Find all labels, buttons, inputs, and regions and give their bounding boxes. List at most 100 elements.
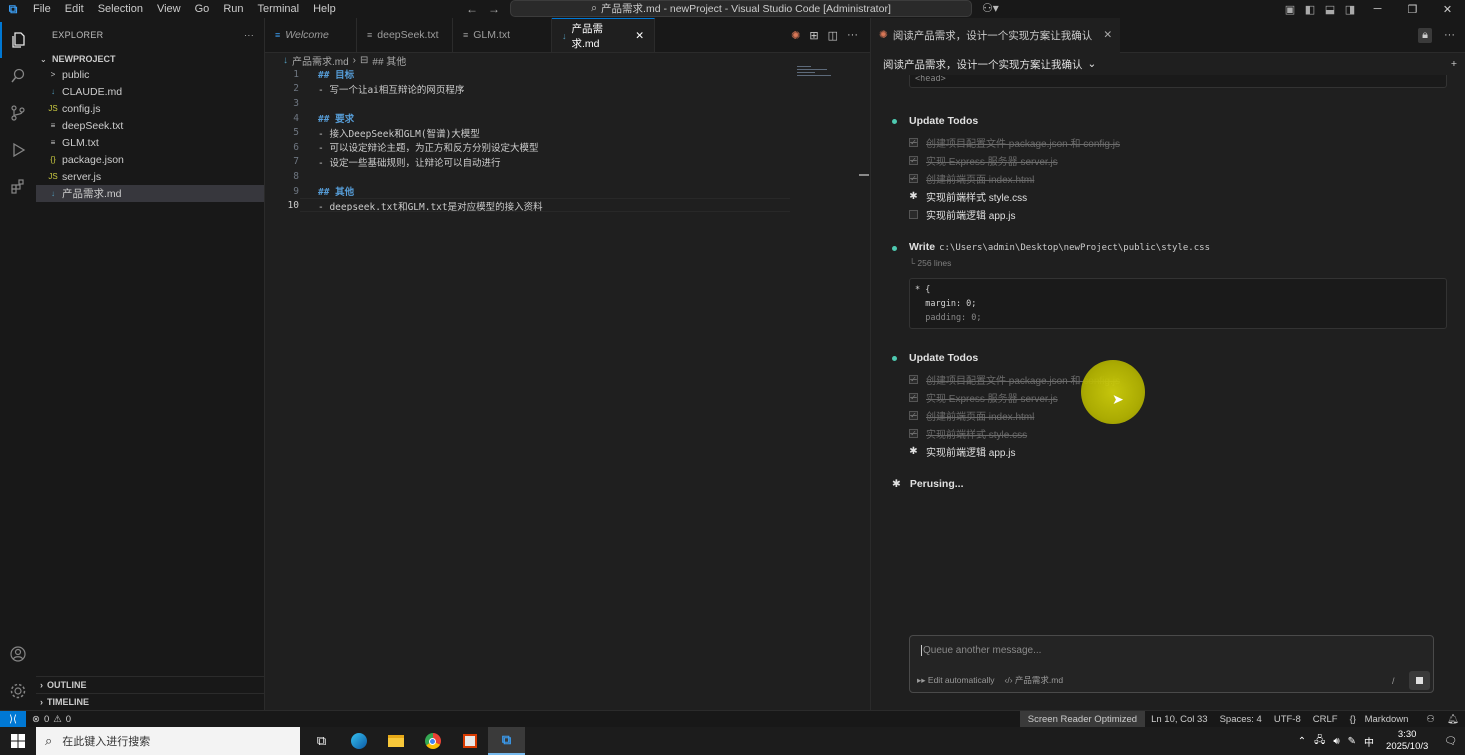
source-control-icon[interactable] [0, 95, 36, 131]
code-line: 8 [265, 169, 870, 184]
more-actions-icon[interactable]: ··· [244, 30, 254, 40]
activity-bar [0, 18, 36, 710]
claude-icon[interactable]: ✺ [791, 29, 800, 42]
indentation[interactable]: Spaces: 4 [1214, 714, 1268, 725]
more-actions-icon[interactable]: ··· [847, 29, 858, 41]
forward-arrow-icon[interactable]: → [488, 2, 500, 16]
search-icon[interactable] [0, 58, 36, 94]
chat-input-box[interactable]: Queue another message... ▸▸ Edit automat… [909, 635, 1434, 693]
more-actions-icon[interactable]: ··· [1444, 29, 1455, 41]
open-preview-icon[interactable]: ⊞ [809, 29, 818, 42]
pen-icon[interactable]: ✎ [1344, 736, 1360, 747]
tab-product-requirements[interactable]: ↓ 产品需求.md ✕ [552, 18, 655, 52]
vscode-taskbar-icon[interactable]: ⧉ [488, 727, 525, 755]
problems-indicator[interactable]: ⊗ 0 ⚠ 0 [26, 714, 71, 725]
back-arrow-icon[interactable]: ← [466, 2, 478, 16]
restore-icon[interactable]: ❐ [1395, 3, 1430, 16]
notification-center-icon[interactable]: 🗨︎ [1436, 736, 1465, 747]
manage-gear-icon[interactable] [0, 673, 36, 709]
tab-deepseek[interactable]: ≡ deepSeek.txt [357, 18, 453, 52]
chevron-up-icon[interactable]: ⌃ [1294, 736, 1310, 747]
volume-icon[interactable]: 🔊︎ [1329, 736, 1343, 747]
cursor-position[interactable]: Ln 10, Col 33 [1145, 714, 1214, 725]
close-tab-icon[interactable]: ✕ [1103, 29, 1112, 41]
chrome-browser-icon[interactable] [414, 727, 451, 755]
minimize-icon[interactable]: ─ [1360, 3, 1395, 16]
clock[interactable]: 3:30 2025/10/3 [1378, 729, 1436, 753]
explorer-icon[interactable] [0, 22, 36, 58]
extensions-icon[interactable] [0, 169, 36, 205]
customize-layout-icon[interactable]: ▣ [1280, 3, 1300, 16]
copilot-status-icon[interactable]: ⚇ [1420, 714, 1441, 725]
language-mode[interactable]: {} Markdown [1344, 714, 1421, 725]
menu-selection[interactable]: Selection [91, 0, 150, 18]
code-line: padding: 0; [915, 313, 982, 323]
remote-icon[interactable]: ⟩⟨ [0, 710, 26, 728]
tree-item[interactable]: ↓ 产品需求.md [36, 185, 264, 202]
context-file-button[interactable]: ‹/› 产品需求.md [1005, 674, 1064, 686]
tree-item[interactable]: ≡ deepSeek.txt [36, 117, 264, 134]
menu-go[interactable]: Go [188, 0, 217, 18]
scrollbar-marker[interactable] [859, 174, 869, 176]
tree-item[interactable]: {} package.json [36, 151, 264, 168]
stop-button[interactable] [1409, 671, 1430, 690]
run-debug-icon[interactable] [0, 132, 36, 168]
tab-glm[interactable]: ≡ GLM.txt [453, 18, 552, 52]
tree-item[interactable]: ↓ CLAUDE.md [36, 83, 264, 100]
split-editor-icon[interactable]: ◫ [828, 29, 838, 42]
breadcrumb-section[interactable]: ## 其他 [372, 53, 406, 68]
file-tree: > public ↓ CLAUDE.md JS config.js ≡ deepSeek.tx… [36, 66, 264, 202]
menu-help[interactable]: Help [306, 0, 343, 18]
timeline-section[interactable]: › TIMELINE [36, 693, 265, 710]
tree-item[interactable]: JS server.js [36, 168, 264, 185]
menu-file[interactable]: File [26, 0, 58, 18]
tab-welcome[interactable]: ≡ Welcome [265, 18, 357, 52]
task-view-icon[interactable]: ⧉ [303, 727, 340, 755]
write-path[interactable]: c:\Users\admin\Desktop\newProject\public… [939, 243, 1210, 253]
taskbar-search-input[interactable]: 在此键入进行搜索 [62, 733, 150, 749]
toggle-secondary-sidebar-icon[interactable]: ◨ [1340, 3, 1360, 16]
menu-edit[interactable]: Edit [58, 0, 91, 18]
close-window-icon[interactable]: ✕ [1430, 3, 1465, 16]
windows-start-icon[interactable] [0, 727, 36, 755]
checkbox-checked-icon: ✓ [909, 393, 918, 402]
tree-item[interactable]: > public [36, 66, 264, 83]
menu-terminal[interactable]: Terminal [251, 0, 307, 18]
code-preview[interactable]: * { margin: 0; padding: 0; [909, 278, 1447, 329]
lock-icon[interactable]: 🔒︎ [1418, 27, 1432, 43]
ime-indicator[interactable]: 中 [1360, 734, 1378, 749]
tree-item[interactable]: JS config.js [36, 100, 264, 117]
line-ending[interactable]: CRLF [1307, 714, 1344, 725]
toggle-sidebar-icon[interactable]: ◧ [1300, 3, 1320, 16]
screen-reader-mode[interactable]: Screen Reader Optimized [1019, 710, 1146, 728]
account-icon[interactable] [0, 636, 36, 672]
file-explorer-icon[interactable] [377, 727, 414, 755]
new-chat-plus-icon[interactable]: + [1451, 58, 1457, 70]
notifications-bell-icon[interactable]: 🔔︎ [1441, 714, 1465, 725]
chat-input[interactable]: Queue another message... [921, 645, 1041, 656]
code-line: 4 ## 要求 [265, 111, 870, 126]
office-app-icon[interactable] [451, 727, 488, 755]
copilot-icon[interactable]: ⚇▾ [982, 1, 999, 15]
network-icon[interactable]: 🖧︎ [1310, 733, 1329, 750]
slash-command-button[interactable]: / [1392, 676, 1395, 686]
outline-section[interactable]: › OUTLINE [36, 676, 265, 693]
edge-browser-icon[interactable] [340, 727, 377, 755]
chat-tab[interactable]: ✺ 阅读产品需求，设计一个实现方案让我确认 ✕ [871, 17, 1121, 53]
encoding[interactable]: UTF-8 [1268, 714, 1307, 725]
taskbar-search[interactable]: ⌕ 在此键入进行搜索 [36, 727, 300, 755]
markdown-icon: ↓ [283, 54, 288, 66]
breadcrumb-file[interactable]: 产品需求.md [292, 53, 349, 68]
chat-session-header[interactable]: 阅读产品需求，设计一个实现方案让我确认 ⌄ + [871, 53, 1465, 75]
edit-mode-button[interactable]: ▸▸ Edit automatically [917, 675, 995, 686]
command-center[interactable]: ⌕ 产品需求.md - newProject - Visual Studio C… [510, 0, 972, 17]
tree-item[interactable]: ≡ GLM.txt [36, 134, 264, 151]
code-editor[interactable]: 1 ## 目标 2 - 写一个让ai相互辩论的网页程序 3 4 ## 要求 5 - 接入Deep… [265, 67, 870, 213]
toggle-panel-icon[interactable]: ⬓ [1320, 3, 1340, 16]
close-tab-icon[interactable]: ✕ [635, 30, 644, 42]
menu-view[interactable]: View [150, 0, 188, 18]
project-folder[interactable]: ⌄ NEWPROJECT [36, 52, 264, 66]
menu-run[interactable]: Run [216, 0, 250, 18]
tab-label: GLM.txt [473, 29, 511, 41]
minimap[interactable] [797, 66, 833, 80]
